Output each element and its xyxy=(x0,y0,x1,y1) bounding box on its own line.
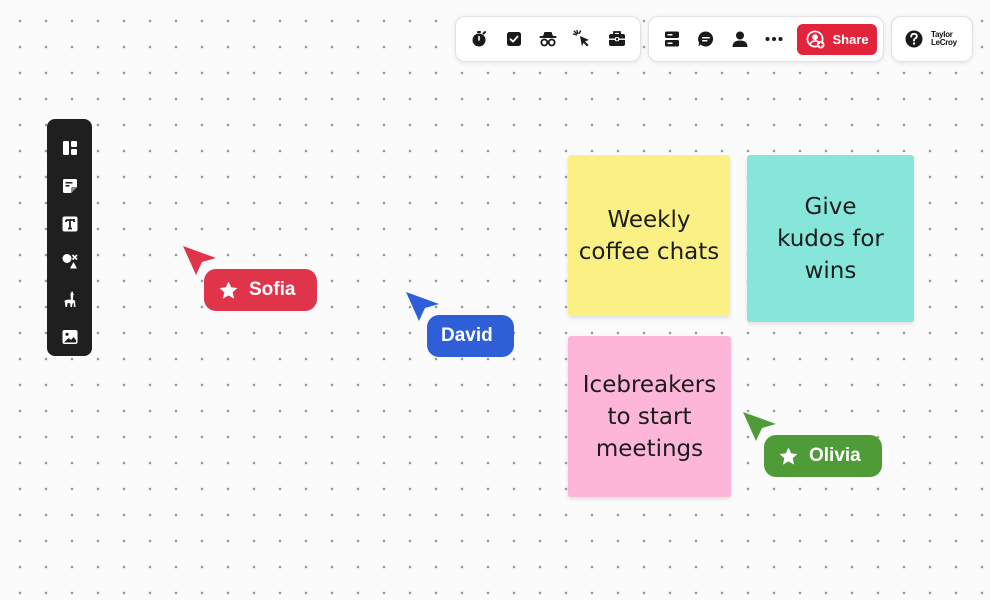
help-button[interactable] xyxy=(896,22,931,56)
layout-icon xyxy=(62,140,77,155)
share-button[interactable]: Share xyxy=(797,23,877,55)
sticky-note-coffee-chats[interactable]: Weekly coffee chats xyxy=(568,155,730,316)
sticky-note-kudos[interactable]: Give kudos for wins xyxy=(747,155,914,322)
incognito-icon xyxy=(539,32,557,47)
star-icon xyxy=(219,281,238,299)
cursor-click-icon xyxy=(573,29,590,47)
comment-icon xyxy=(698,31,714,47)
sticky-note-icon xyxy=(62,178,77,193)
toolbox-button[interactable] xyxy=(600,22,634,56)
comments-button[interactable] xyxy=(689,22,723,56)
collaborator-name-tag: Sofia xyxy=(204,269,317,311)
toolbar-collaboration: Share xyxy=(648,16,884,62)
sticky-note-icebreakers[interactable]: Icebreakers to start meetings xyxy=(568,336,731,497)
timer-button[interactable] xyxy=(462,22,496,56)
toolbox-icon xyxy=(608,31,625,46)
collaborator-name-tag: Olivia xyxy=(764,435,882,477)
text-icon xyxy=(62,216,77,232)
star-icon xyxy=(779,447,798,465)
llama-icon xyxy=(64,291,75,308)
timer-icon xyxy=(472,31,487,47)
shapes-button[interactable] xyxy=(50,242,90,280)
sticky-note-button[interactable] xyxy=(50,167,90,205)
share-label: Share xyxy=(832,31,869,47)
account-logo[interactable]: Taylor LeCroy xyxy=(931,31,965,47)
shapes-icon xyxy=(62,254,78,269)
toolbar-account: Taylor LeCroy xyxy=(891,16,973,62)
collaborator-name: David xyxy=(441,325,493,346)
ai-assistant-button[interactable] xyxy=(50,280,90,318)
more-icon xyxy=(765,37,783,41)
text-button[interactable] xyxy=(50,205,90,243)
user-icon xyxy=(732,31,748,47)
private-mode-button[interactable] xyxy=(531,22,565,56)
collaborator-name-tag: David xyxy=(427,315,514,357)
panels-icon xyxy=(665,31,680,47)
collaborators-button[interactable] xyxy=(723,22,757,56)
add-user-icon xyxy=(806,30,825,49)
voting-button[interactable] xyxy=(496,22,530,56)
collaborator-name: Olivia xyxy=(809,445,861,466)
image-button[interactable] xyxy=(50,318,90,356)
templates-button[interactable] xyxy=(50,129,90,167)
help-icon xyxy=(905,30,922,48)
image-icon xyxy=(62,330,77,345)
checkbox-icon xyxy=(506,32,521,46)
toolbar-tools xyxy=(455,16,641,62)
spotlight-button[interactable] xyxy=(565,22,599,56)
logo-line2: LeCroy xyxy=(931,38,957,47)
frames-button[interactable] xyxy=(655,22,689,56)
more-button[interactable] xyxy=(757,22,791,56)
collaborator-name: Sofia xyxy=(249,279,296,300)
creation-toolbar xyxy=(47,119,92,356)
